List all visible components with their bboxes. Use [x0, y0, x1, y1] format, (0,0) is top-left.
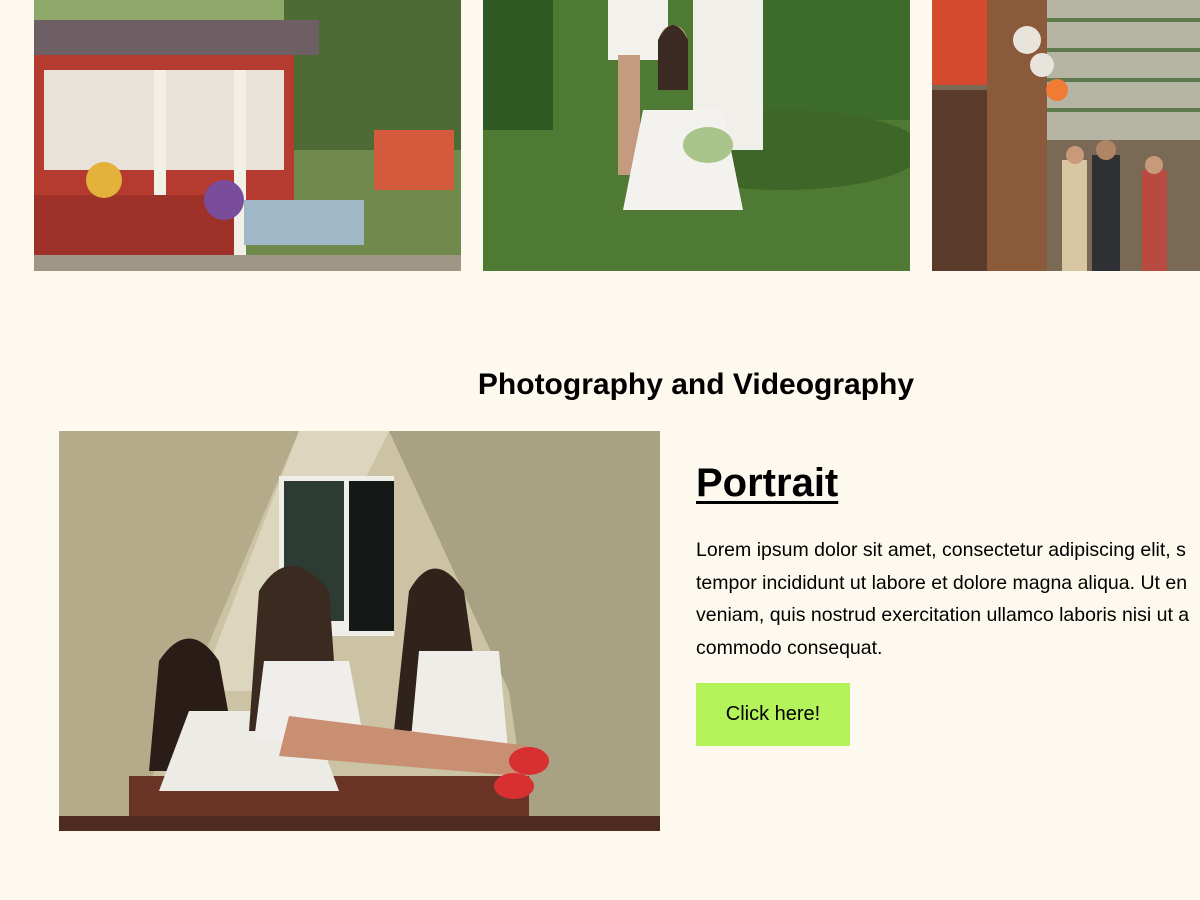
- gallery-photo-white-dresses: [483, 0, 910, 271]
- feature-description-line: veniam, quis nostrud exercitation ullamc…: [696, 604, 1190, 626]
- gallery-photo-market: [932, 0, 1200, 271]
- feature-description: Lorem ipsum dolor sit amet, consectetur …: [696, 534, 1200, 666]
- feature-description-line: commodo consequat.: [696, 636, 883, 659]
- feature-description-line: Lorem ipsum dolor sit amet, consectetur …: [696, 539, 1186, 561]
- portrait-photo: [59, 431, 660, 831]
- gallery-photo-farm-stand: [34, 0, 461, 271]
- feature-heading: Portrait: [696, 461, 839, 505]
- page: Photography and Videography Portrait Lor…: [0, 0, 1200, 900]
- section-title: Photography and Videography: [477, 368, 915, 401]
- click-here-button[interactable]: Click here!: [696, 683, 850, 746]
- feature-description-line: tempor incididunt ut labore et dolore ma…: [696, 571, 1188, 594]
